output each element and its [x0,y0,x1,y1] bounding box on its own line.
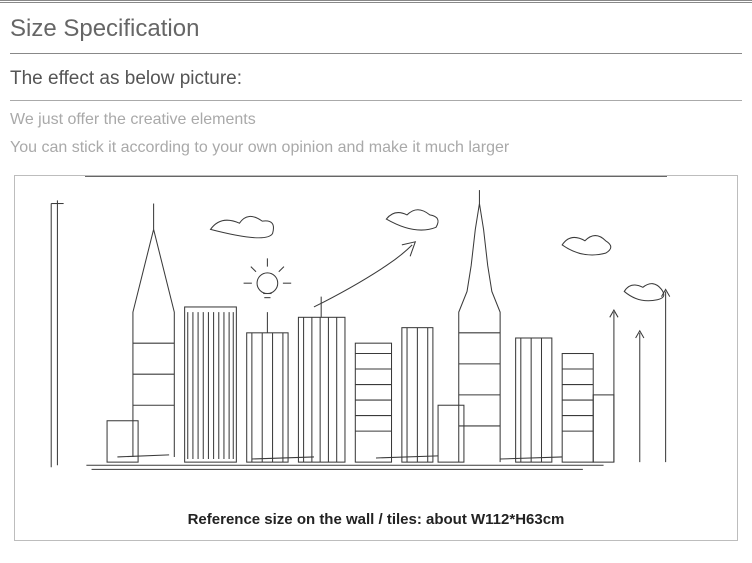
caption-rule [85,176,667,177]
note-line-1: We just offer the creative elements [10,101,742,135]
reference-size-caption: Reference size on the wall / tiles: abou… [15,511,737,528]
cityscape-svg [45,186,707,490]
top-double-rule [0,0,752,3]
section-title: Size Specification [10,11,742,54]
section-subtitle: The effect as below picture: [10,54,742,101]
content-container: Size Specification The effect as below p… [0,11,752,175]
note-line-2: You can stick it according to your own o… [10,135,742,175]
illustration-frame: Reference size on the wall / tiles: abou… [14,175,738,541]
caption-block: Reference size on the wall / tiles: abou… [15,176,737,177]
cityscape-sketch [45,186,707,490]
